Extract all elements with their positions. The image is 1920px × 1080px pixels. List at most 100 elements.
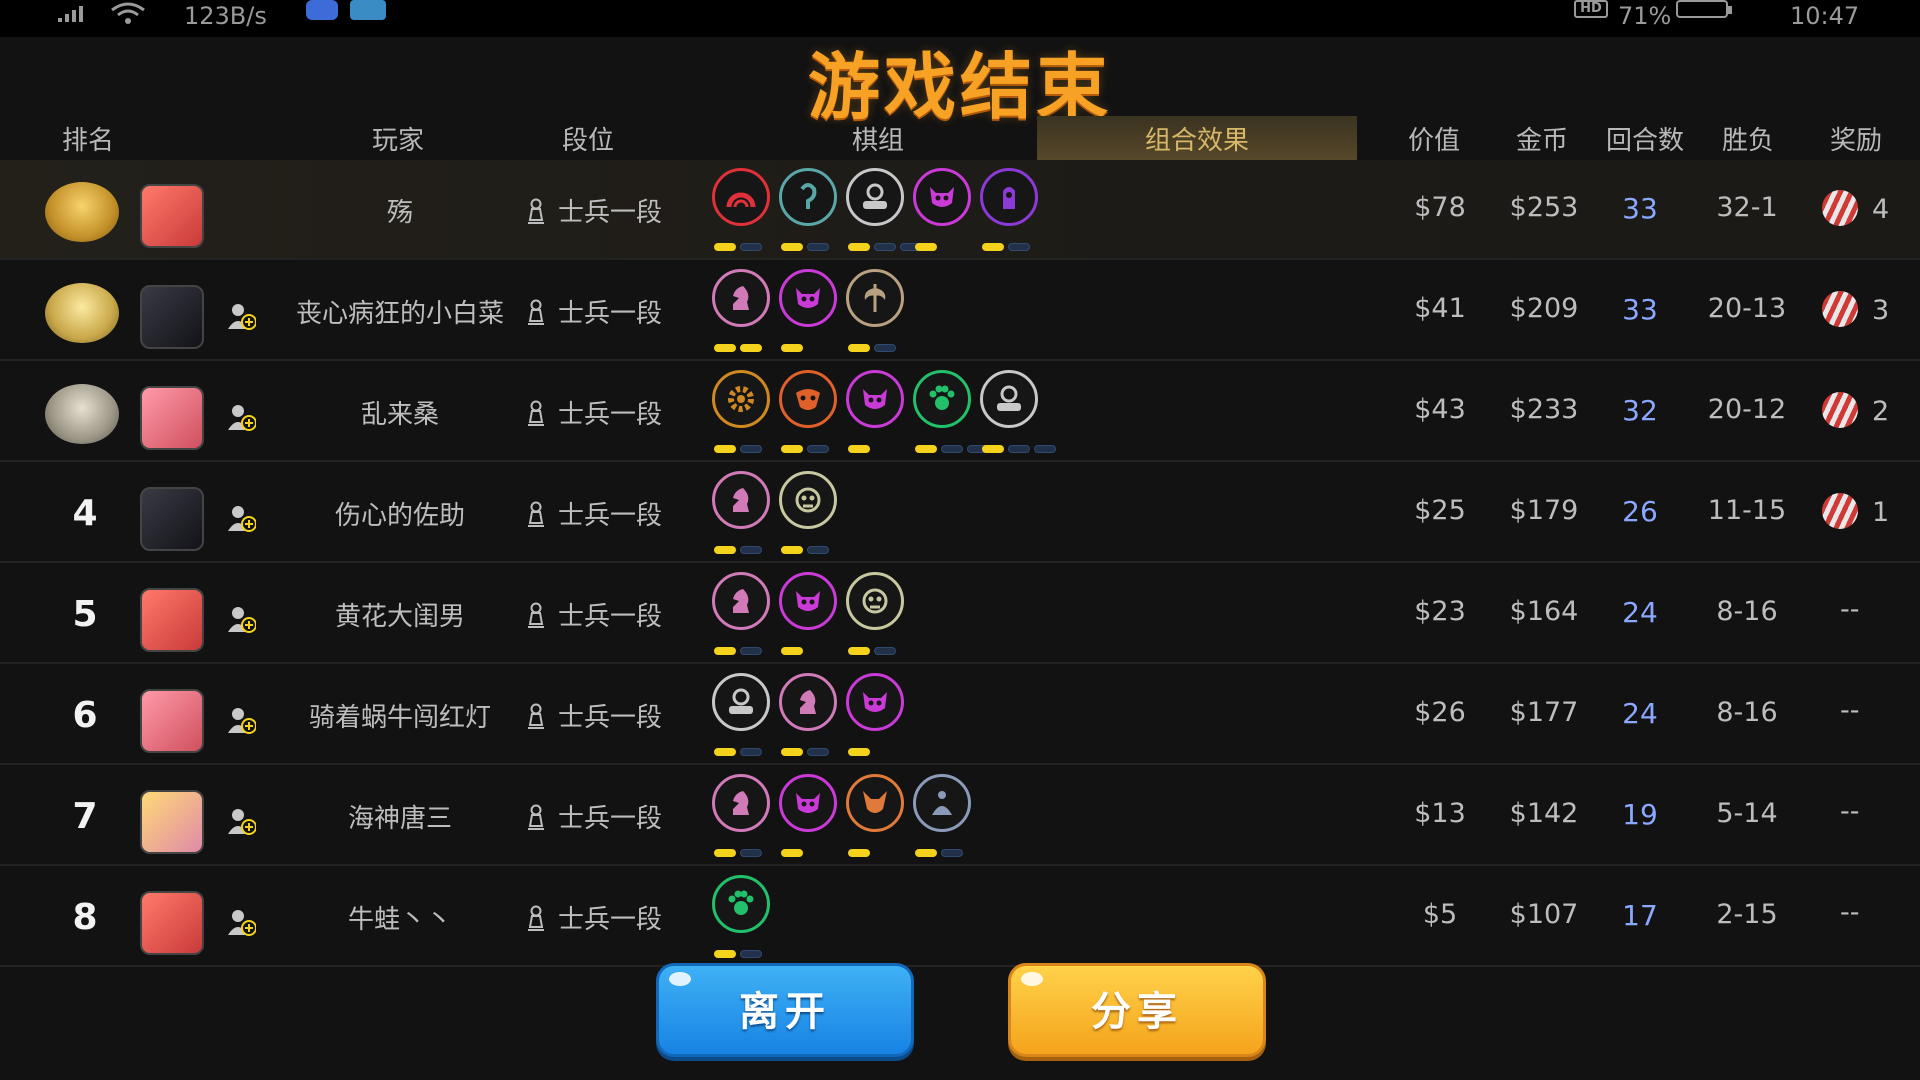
reward-cell: 1	[1822, 493, 1912, 529]
add-friend-icon[interactable]	[226, 907, 256, 937]
rounds-cell: 19	[1622, 798, 1658, 831]
table-row: 殇 士兵一段 $78 $253 33 32-1 4	[0, 160, 1920, 260]
synergy-item[interactable]	[779, 572, 837, 658]
pawn-icon	[528, 804, 544, 830]
add-friend-icon[interactable]	[226, 705, 256, 735]
knight-icon	[733, 791, 749, 815]
add-friend-icon[interactable]	[226, 503, 256, 533]
synergy-pip	[848, 849, 870, 857]
tier-text: 士兵一段	[558, 602, 663, 632]
synergy-item[interactable]	[712, 774, 770, 860]
synergy-item[interactable]	[846, 774, 904, 860]
synergy-item[interactable]	[846, 370, 904, 456]
player-name[interactable]: 黄花大闺男	[280, 596, 520, 633]
synergy-item[interactable]	[846, 269, 904, 355]
synergy-item[interactable]	[779, 370, 837, 456]
button-gloss	[669, 972, 691, 986]
reward-cell: 3	[1822, 291, 1912, 327]
avatar[interactable]	[140, 891, 204, 955]
knight-icon	[733, 488, 749, 512]
synergy-pip	[874, 647, 896, 655]
header-pieces[interactable]: 棋组	[852, 120, 904, 157]
share-button[interactable]: 分享	[1008, 963, 1266, 1057]
paw-icon	[929, 385, 955, 410]
synergy-item[interactable]	[913, 774, 971, 860]
synergy-pips	[848, 337, 900, 352]
pawn-icon	[528, 198, 544, 224]
reward-count: 2	[1872, 396, 1890, 427]
header-value: 价值	[1408, 126, 1461, 156]
header-player: 玩家	[372, 126, 425, 156]
synergy-item[interactable]	[712, 168, 770, 254]
player-name[interactable]: 乱来桑	[280, 394, 520, 431]
add-friend-icon[interactable]	[226, 806, 256, 836]
add-friend-icon[interactable]	[226, 402, 256, 432]
avatar[interactable]	[140, 689, 204, 753]
pawn-icon	[528, 400, 544, 426]
synergy-item[interactable]	[779, 269, 837, 355]
leave-button[interactable]: 离开	[656, 963, 914, 1057]
player-name[interactable]: 伤心的佐助	[280, 495, 520, 532]
reward-cell: --	[1840, 695, 1860, 726]
header-rounds: 回合数	[1606, 126, 1685, 156]
synergy-item[interactable]	[712, 875, 770, 961]
avatar[interactable]	[140, 184, 204, 248]
synergy-pips	[915, 236, 941, 251]
player-name[interactable]: 牛蛙丶丶	[280, 899, 520, 936]
synergy-pip	[740, 243, 762, 251]
music-app-icon	[306, 0, 338, 20]
synergy-item[interactable]	[712, 673, 770, 759]
player-name[interactable]: 丧心病狂的小白菜	[280, 293, 520, 330]
value-cell: $23	[1414, 596, 1466, 627]
winloss-cell: 20-12	[1707, 394, 1787, 425]
avatar[interactable]	[140, 588, 204, 652]
player-name[interactable]: 殇	[280, 192, 520, 229]
synergy-item[interactable]	[846, 673, 904, 759]
synergy-pip	[781, 748, 803, 756]
synergy-item[interactable]	[779, 168, 837, 254]
synergy-item[interactable]	[913, 370, 989, 456]
value-cell: $43	[1414, 394, 1466, 425]
value-cell: $13	[1414, 798, 1466, 829]
synergy-badge	[846, 370, 904, 428]
synergy-item[interactable]	[779, 774, 837, 860]
synergy-pip	[781, 243, 803, 251]
table-row: 4 伤心的佐助 士兵一段 $25 $179 26 11-15 1	[0, 463, 1920, 563]
synergy-pip	[714, 849, 736, 857]
synergy-badge	[779, 774, 837, 832]
synergy-item[interactable]	[779, 673, 837, 759]
value-cell: $25	[1414, 495, 1466, 526]
synergy-item[interactable]	[913, 168, 971, 254]
synergy-item[interactable]	[846, 168, 922, 254]
avatar[interactable]	[140, 386, 204, 450]
tier-label: 士兵一段	[526, 596, 662, 633]
synergy-badge	[846, 673, 904, 731]
rounds-cell: 32	[1622, 394, 1658, 427]
avatar[interactable]	[140, 790, 204, 854]
synergy-pip	[781, 445, 803, 453]
synergy-item[interactable]	[712, 269, 770, 355]
synergy-item[interactable]	[712, 370, 770, 456]
synergy-item[interactable]	[846, 572, 904, 658]
bronze-medal-icon	[45, 384, 119, 444]
synergy-pips	[781, 539, 833, 554]
winloss-cell: 8-16	[1716, 596, 1778, 627]
synergy-item[interactable]	[779, 471, 837, 557]
winloss-cell: 8-16	[1716, 697, 1778, 728]
player-name[interactable]: 骑着蜗牛闯红灯	[280, 697, 520, 734]
synergy-item[interactable]	[980, 370, 1056, 456]
synergy-badge	[712, 471, 770, 529]
gold-cell: $209	[1509, 293, 1579, 324]
add-friend-icon[interactable]	[226, 604, 256, 634]
synergy-pips	[714, 943, 766, 958]
avatar[interactable]	[140, 285, 204, 349]
synergy-pip	[848, 445, 870, 453]
add-friend-icon[interactable]	[226, 301, 256, 331]
player-name[interactable]: 海神唐三	[280, 798, 520, 835]
avatar[interactable]	[140, 487, 204, 551]
axe-icon	[864, 284, 886, 312]
synergy-item[interactable]	[980, 168, 1038, 254]
synergy-pip	[941, 849, 963, 857]
synergy-item[interactable]	[712, 572, 770, 658]
synergy-item[interactable]	[712, 471, 770, 557]
